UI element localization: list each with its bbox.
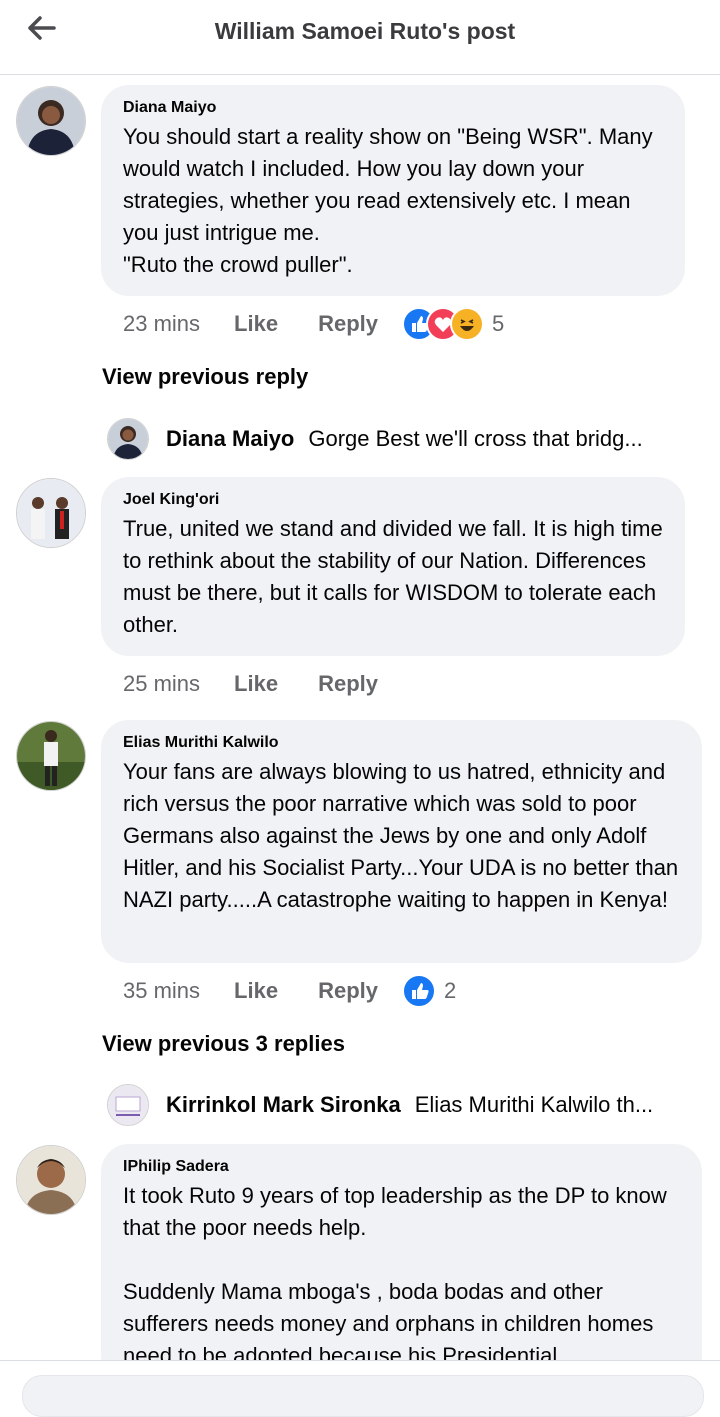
top-bar: William Samoei Ruto's post bbox=[0, 0, 720, 75]
comment-text: Your fans are always blowing to us hatre… bbox=[123, 759, 679, 912]
reply-author: Kirrinkol Mark Sironka bbox=[166, 1092, 401, 1117]
avatar[interactable] bbox=[16, 86, 86, 156]
reply-author: Diana Maiyo bbox=[166, 426, 295, 451]
bottom-bar bbox=[0, 1360, 720, 1417]
comment-author[interactable]: Joel King'ori bbox=[123, 491, 665, 509]
like-reaction-icon bbox=[402, 974, 436, 1008]
reaction-summary[interactable]: 5 bbox=[402, 307, 504, 341]
comment-text: You should start a reality show on "Bein… bbox=[123, 124, 653, 277]
avatar[interactable] bbox=[16, 721, 86, 791]
comment-actions: 35 mins Like Reply 2 bbox=[123, 974, 456, 1008]
reply-text: Gorge Best we'll cross that bridg... bbox=[308, 426, 643, 451]
comment-bubble: Elias Murithi Kalwilo Your fans are alwa… bbox=[101, 720, 702, 963]
reply-button[interactable]: Reply bbox=[318, 978, 378, 1004]
reply-preview[interactable]: Kirrinkol Mark Sironka Elias Murithi Kal… bbox=[107, 1083, 685, 1127]
reaction-count: 2 bbox=[444, 978, 457, 1003]
comment-actions: 25 mins Like Reply bbox=[123, 668, 418, 700]
comment-time: 25 mins bbox=[123, 671, 201, 696]
reply-preview[interactable]: Diana Maiyo Gorge Best we'll cross that … bbox=[107, 417, 677, 461]
comment-time: 23 mins bbox=[123, 311, 201, 336]
page-title: William Samoei Ruto's post bbox=[214, 18, 516, 44]
reply-button[interactable]: Reply bbox=[318, 671, 378, 697]
comment-bubble: Diana Maiyo You should start a reality s… bbox=[101, 85, 685, 296]
reaction-count: 5 bbox=[492, 311, 505, 336]
like-button[interactable]: Like bbox=[234, 671, 278, 697]
comment-actions: 23 mins Like Reply 5 bbox=[123, 307, 504, 341]
comment-text: It took Ruto 9 years of top leadership a… bbox=[123, 1183, 667, 1368]
comment-author[interactable]: IPhilip Sadera bbox=[123, 1158, 682, 1176]
reaction-summary[interactable]: 2 bbox=[402, 974, 456, 1008]
comment-bubble: Joel King'ori True, united we stand and … bbox=[101, 477, 685, 656]
comment-time: 35 mins bbox=[123, 978, 201, 1003]
like-button[interactable]: Like bbox=[234, 978, 278, 1004]
haha-reaction-icon bbox=[450, 307, 484, 341]
comment-author[interactable]: Elias Murithi Kalwilo bbox=[123, 734, 682, 752]
avatar bbox=[107, 1084, 149, 1126]
comment-text: True, united we stand and divided we fal… bbox=[123, 516, 663, 637]
view-previous-replies-link[interactable]: View previous 3 replies bbox=[102, 1031, 345, 1057]
like-button[interactable]: Like bbox=[234, 311, 278, 337]
comment-author[interactable]: Diana Maiyo bbox=[123, 99, 665, 117]
avatar bbox=[107, 418, 149, 460]
reply-button[interactable]: Reply bbox=[318, 311, 378, 337]
view-previous-replies-link[interactable]: View previous reply bbox=[102, 364, 308, 390]
reply-text: Elias Murithi Kalwilo th... bbox=[414, 1092, 654, 1117]
avatar[interactable] bbox=[16, 478, 86, 548]
comment-input[interactable] bbox=[22, 1375, 704, 1417]
avatar[interactable] bbox=[16, 1145, 86, 1215]
comment-bubble: IPhilip Sadera It took Ruto 9 years of t… bbox=[101, 1144, 702, 1384]
